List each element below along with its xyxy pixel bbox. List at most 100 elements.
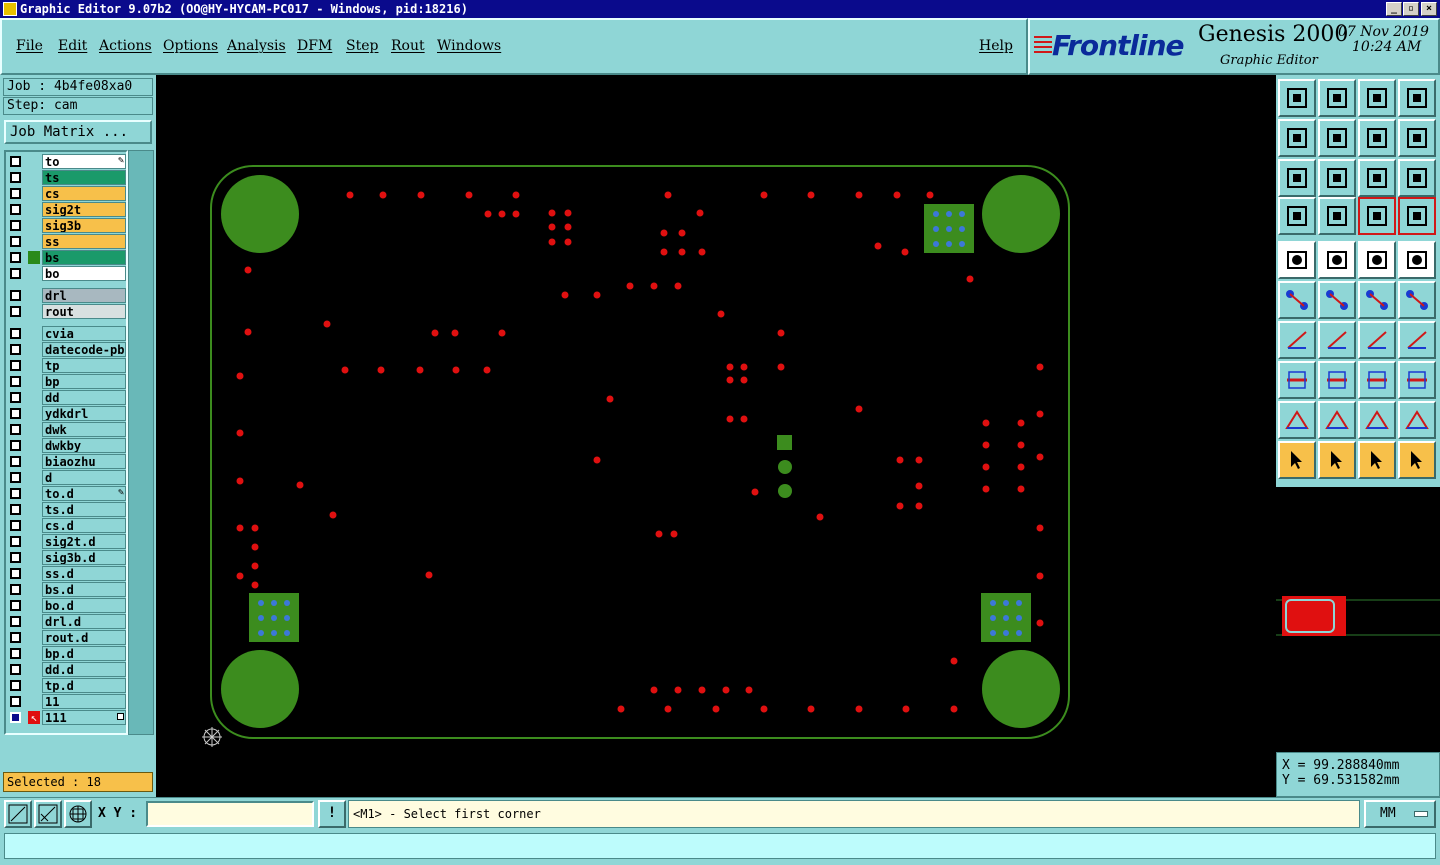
grid-snap-icon[interactable] — [64, 800, 92, 828]
layer-row-to[interactable]: to ✎ — [8, 154, 126, 169]
layer-row-sig2t-d[interactable]: sig2t.d — [8, 534, 126, 549]
layer-checkbox[interactable] — [10, 600, 21, 611]
layer-row-bs-d[interactable]: bs.d — [8, 582, 126, 597]
select-area-icon[interactable] — [1318, 241, 1356, 279]
layer-row-tp[interactable]: tp — [8, 358, 126, 373]
layer-options-icon[interactable] — [117, 713, 124, 720]
snap-point-icon[interactable] — [1398, 241, 1436, 279]
layer-checkbox[interactable] — [10, 536, 21, 547]
layer-checkbox[interactable] — [10, 252, 21, 263]
zoom-fit-icon[interactable] — [4, 800, 32, 828]
line-icon[interactable] — [1318, 321, 1356, 359]
layer-checkbox[interactable] — [10, 268, 21, 279]
layer-row-biaozhu[interactable]: biaozhu — [8, 454, 126, 469]
layer-row-dwkby[interactable]: dwkby — [8, 438, 126, 453]
zoom-fit-icon[interactable] — [1278, 159, 1316, 197]
layer-down-icon[interactable] — [1398, 197, 1436, 235]
layer-row-cvia[interactable]: cvia — [8, 326, 126, 341]
delete-node-icon[interactable] — [1318, 281, 1356, 319]
layer-checkbox[interactable] — [10, 376, 21, 387]
layer-row-ss[interactable]: ss — [8, 234, 126, 249]
arch-icon[interactable] — [1318, 401, 1356, 439]
layer-checkbox[interactable] — [10, 664, 21, 675]
layer-row-drl[interactable]: drl — [8, 288, 126, 303]
overview-map[interactable] — [1276, 487, 1440, 752]
arc-icon[interactable] — [1398, 401, 1436, 439]
layer-row-drl-d[interactable]: drl.d — [8, 614, 126, 629]
menu-dfm[interactable]: DFM — [297, 38, 332, 54]
layer-checkbox[interactable] — [10, 616, 21, 627]
layer-row-sig3b[interactable]: sig3b — [8, 218, 126, 233]
layer-row-ts-d[interactable]: ts.d — [8, 502, 126, 517]
job-matrix-button[interactable]: Job Matrix ... — [4, 120, 152, 144]
rotate-icon[interactable] — [1358, 321, 1396, 359]
layer-row-to-d[interactable]: to.d ✎ — [8, 486, 126, 501]
layer-checkbox[interactable] — [10, 172, 21, 183]
menu-analysis[interactable]: Analysis — [227, 38, 286, 54]
zoom-center-icon[interactable] — [1318, 159, 1356, 197]
layer-row-bp-d[interactable]: bp.d — [8, 646, 126, 661]
layer-checkbox[interactable] — [10, 290, 21, 301]
move-node-icon[interactable] — [1358, 281, 1396, 319]
layer-checkbox[interactable] — [10, 440, 21, 451]
copy-icon[interactable] — [1398, 361, 1436, 399]
menu-file[interactable]: File — [16, 38, 43, 54]
layer-checkbox[interactable] — [10, 456, 21, 467]
help-icon[interactable] — [1398, 159, 1436, 197]
menu-step[interactable]: Step — [346, 38, 378, 54]
menu-options[interactable]: Options — [163, 38, 218, 54]
layer-row-111[interactable]: ↖ 111 — [8, 710, 126, 725]
menu-windows[interactable]: Windows — [437, 38, 501, 54]
layer-row-cs-d[interactable]: cs.d — [8, 518, 126, 533]
layer-row-d[interactable]: d — [8, 470, 126, 485]
dome-icon[interactable] — [1358, 401, 1396, 439]
layer-checkbox[interactable] — [10, 552, 21, 563]
layer-checkbox[interactable] — [10, 204, 21, 215]
layer-checkbox[interactable] — [10, 328, 21, 339]
add-node-icon[interactable] — [1398, 281, 1436, 319]
layer-checkbox[interactable] — [10, 632, 21, 643]
dimension-icon[interactable] — [1358, 361, 1396, 399]
layer-row-tp-d[interactable]: tp.d — [8, 678, 126, 693]
layer-row-datecode-pbo[interactable]: datecode-pbo — [8, 342, 126, 357]
layer-checkbox[interactable] — [10, 156, 21, 167]
triangle-icon[interactable] — [1278, 401, 1316, 439]
layer-checkbox[interactable] — [10, 472, 21, 483]
layer-checkbox[interactable] — [10, 488, 21, 499]
pointer-box-icon[interactable] — [1318, 441, 1356, 479]
layer-checkbox[interactable] — [10, 696, 21, 707]
layer-row-ydkdrl[interactable]: ydkdrl — [8, 406, 126, 421]
layer-row-rout[interactable]: rout — [8, 304, 126, 319]
layer-checkbox[interactable] — [10, 408, 21, 419]
layer-row-dd-d[interactable]: dd.d — [8, 662, 126, 677]
close-button[interactable]: × — [1421, 2, 1437, 16]
split-line-icon[interactable] — [1318, 361, 1356, 399]
redo-icon[interactable] — [1398, 119, 1436, 157]
menu-rout[interactable]: Rout — [391, 38, 425, 54]
layer-checkbox[interactable] — [10, 584, 21, 595]
zoom-ratio-icon[interactable] — [1358, 159, 1396, 197]
layer-row-sig3b-d[interactable]: sig3b.d — [8, 550, 126, 565]
layer-checkbox[interactable] — [10, 568, 21, 579]
layer-row-bo[interactable]: bo — [8, 266, 126, 281]
layer-checkbox[interactable] — [10, 306, 21, 317]
menu-edit[interactable]: Edit — [58, 38, 87, 54]
layer-checkbox[interactable] — [10, 424, 21, 435]
grid-icon[interactable] — [1318, 197, 1356, 235]
layer-checkbox[interactable] — [10, 712, 21, 723]
stretch-icon[interactable] — [1278, 361, 1316, 399]
layer-row-ss-d[interactable]: ss.d — [8, 566, 126, 581]
pointer-icon[interactable] — [1278, 441, 1316, 479]
connect-icon[interactable] — [1278, 281, 1316, 319]
overview-viewport[interactable] — [1285, 599, 1335, 633]
layer-row-ts[interactable]: ts — [8, 170, 126, 185]
menu-actions[interactable]: Actions — [99, 38, 152, 54]
layer-row-dd[interactable]: dd — [8, 390, 126, 405]
layer-checkbox[interactable] — [10, 520, 21, 531]
step-down-icon[interactable] — [1318, 79, 1356, 117]
layer-row-cs[interactable]: cs — [8, 186, 126, 201]
maximize-button[interactable]: ▫ — [1403, 2, 1419, 16]
exclaim-button[interactable]: ! — [318, 800, 346, 828]
layer-checkbox[interactable] — [10, 648, 21, 659]
mirror-icon[interactable] — [1398, 321, 1436, 359]
